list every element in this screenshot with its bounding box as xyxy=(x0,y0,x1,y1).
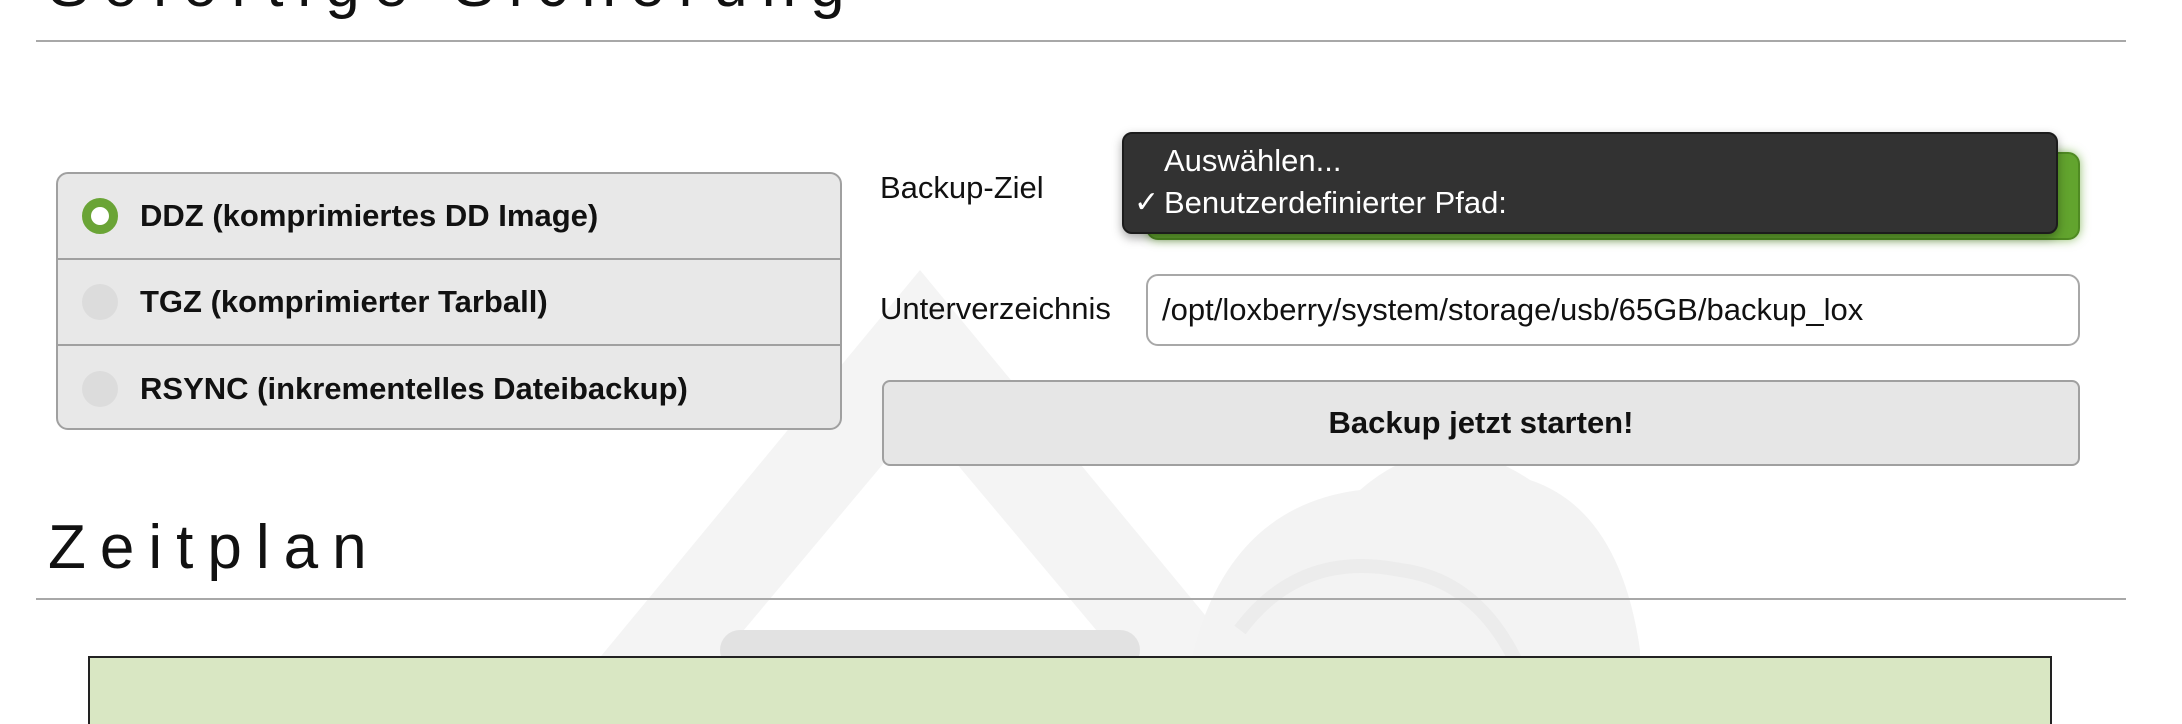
heading-divider xyxy=(36,598,2126,600)
radio-label: DDZ (komprimiertes DD Image) xyxy=(140,198,599,233)
backup-target-label: Backup-Ziel xyxy=(880,170,1044,205)
dropdown-option-auswaehlen[interactable]: Auswählen... xyxy=(1124,140,2056,182)
radio-unchecked-icon xyxy=(82,371,118,407)
subdirectory-input[interactable] xyxy=(1146,274,2080,346)
radio-option-tgz[interactable]: TGZ (komprimierter Tarball) xyxy=(58,260,840,346)
section-heading-sofortige-sicherung: Sofortige Sicherung xyxy=(48,0,859,21)
heading-divider xyxy=(36,40,2126,42)
section-heading-zeitplan: Zeitplan xyxy=(48,513,381,582)
checkmark-icon: ✓ xyxy=(1134,186,1160,219)
radio-option-ddz[interactable]: DDZ (komprimiertes DD Image) xyxy=(58,174,840,260)
radio-checked-icon xyxy=(82,198,118,234)
backup-target-dropdown-menu: Auswählen... ✓ Benutzerdefinierter Pfad: xyxy=(1122,132,2058,234)
page: Sofortige Sicherung DDZ (komprimiertes D… xyxy=(0,0,2182,724)
subdirectory-label: Unterverzeichnis xyxy=(880,291,1111,326)
radio-label: RSYNC (inkrementelles Dateibackup) xyxy=(140,371,688,406)
backup-type-radio-group: DDZ (komprimiertes DD Image) TGZ (kompri… xyxy=(56,172,842,430)
radio-unchecked-icon xyxy=(82,284,118,320)
radio-label: TGZ (komprimierter Tarball) xyxy=(140,284,548,319)
dropdown-option-label: Auswählen... xyxy=(1164,143,1342,178)
dropdown-option-benutzerdefiniert[interactable]: ✓ Benutzerdefinierter Pfad: xyxy=(1124,182,2056,224)
dropdown-option-label: Benutzerdefinierter Pfad: xyxy=(1164,185,1507,220)
radio-option-rsync[interactable]: RSYNC (inkrementelles Dateibackup) xyxy=(58,346,840,428)
schedule-info-box xyxy=(88,656,2052,724)
start-backup-button[interactable]: Backup jetzt starten! xyxy=(882,380,2080,466)
